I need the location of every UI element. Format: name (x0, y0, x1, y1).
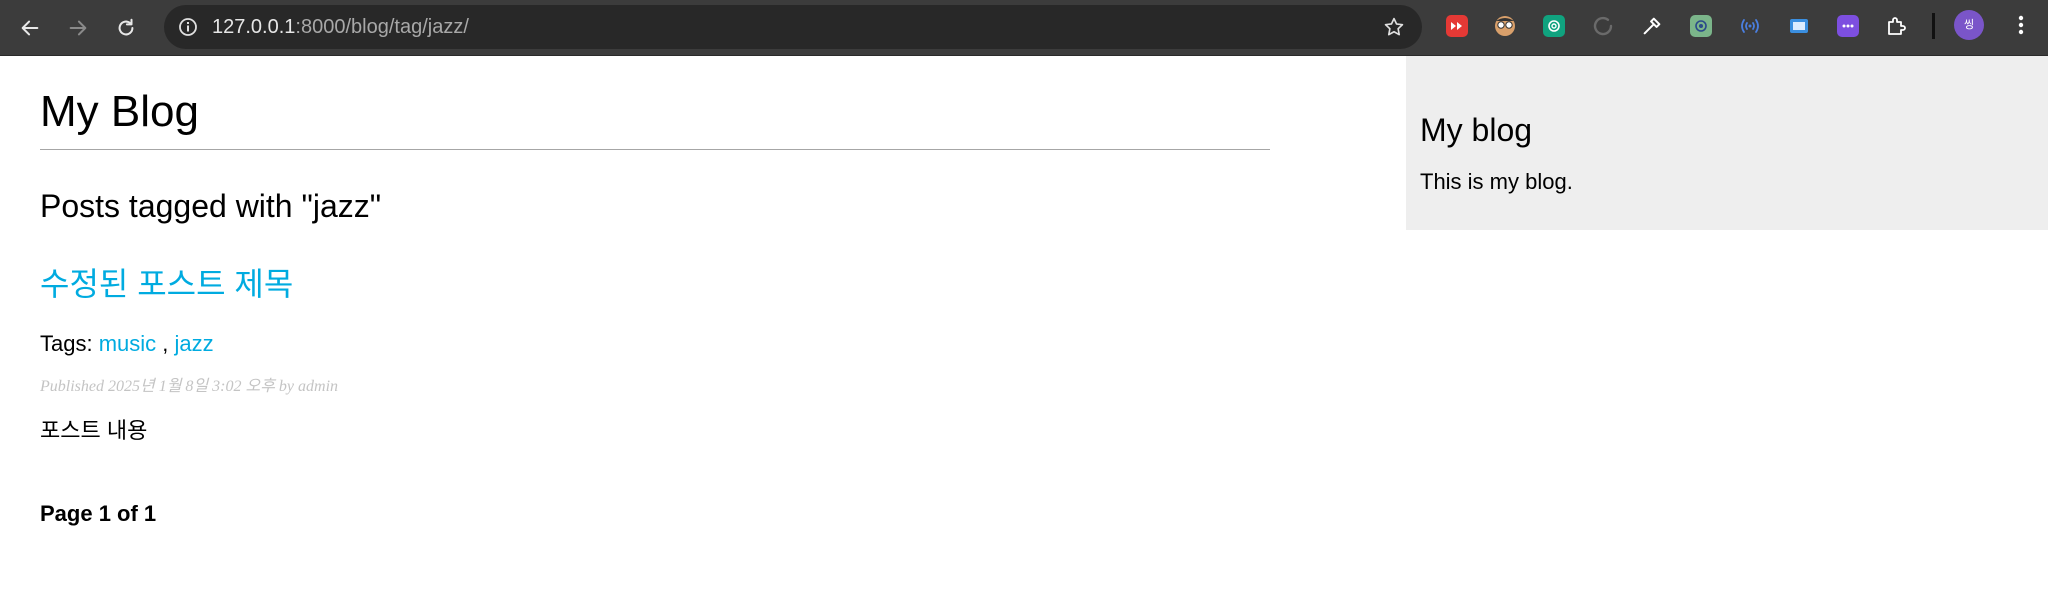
reload-extension-icon[interactable] (1589, 12, 1617, 40)
face-extension-icon[interactable] (1491, 12, 1519, 40)
browser-toolbar: 127.0.0.1:8000/blog/tag/jazz/ 씽 (0, 0, 2048, 56)
back-button[interactable] (10, 8, 50, 48)
tag-separator: , (156, 331, 175, 356)
forward-button[interactable] (58, 8, 98, 48)
reload-button[interactable] (106, 8, 146, 48)
address-bar[interactable]: 127.0.0.1:8000/blog/tag/jazz/ (164, 5, 1422, 49)
post-tags: Tags: music , jazz (40, 330, 214, 358)
url-host: 127.0.0.1 (212, 16, 296, 38)
sidebar-description: This is my blog. (1420, 169, 1573, 194)
site-info-icon[interactable] (174, 13, 202, 41)
tag-link-jazz[interactable]: jazz (175, 331, 214, 356)
chatgpt-extension-icon[interactable] (1540, 12, 1568, 40)
header-divider (40, 149, 1270, 150)
youtube-extension-icon[interactable] (1443, 12, 1471, 40)
translate-extension-icon[interactable] (1687, 12, 1715, 40)
post-title-link[interactable]: 수정된 포스트 제목 (40, 264, 293, 304)
profile-avatar[interactable]: 씽 (1954, 10, 1984, 40)
kebab-menu-icon (2018, 15, 2024, 35)
tag-link-music[interactable]: music (99, 331, 156, 356)
browser-menu-button[interactable] (2006, 10, 2036, 40)
broadcast-extension-icon[interactable] (1736, 12, 1764, 40)
sidebar: My blog This is my blog. (1406, 56, 2048, 230)
eyedropper-extension-icon[interactable] (1638, 12, 1666, 40)
url-text[interactable]: 127.0.0.1:8000/blog/tag/jazz/ (212, 5, 469, 49)
chat-extension-icon[interactable] (1834, 12, 1862, 40)
post-body: 포스트 내용 (40, 418, 148, 443)
pagination: Page 1 of 1 (40, 501, 157, 526)
post-published-date: Published 2025년 1월 8일 3:02 오후 by admin (40, 378, 339, 395)
bookmark-star-icon[interactable] (1380, 13, 1408, 41)
sidebar-title: My blog (1420, 112, 1533, 148)
url-path: :8000/blog/tag/jazz/ (295, 16, 469, 38)
tag-heading: Posts tagged with "jazz" (40, 188, 382, 224)
reload-icon (118, 18, 134, 36)
arrow-left-icon (21, 20, 39, 36)
toolbar-divider (1932, 13, 1935, 39)
puzzle-extensions-icon[interactable] (1882, 12, 1910, 40)
site-title: My Blog (40, 87, 199, 136)
tags-label: Tags: (40, 331, 93, 356)
main-content: My Blog Posts tagged with "jazz" 수정된 포스트… (40, 56, 1270, 526)
screenshot-extension-icon[interactable] (1785, 12, 1813, 40)
arrow-right-icon (69, 20, 87, 36)
